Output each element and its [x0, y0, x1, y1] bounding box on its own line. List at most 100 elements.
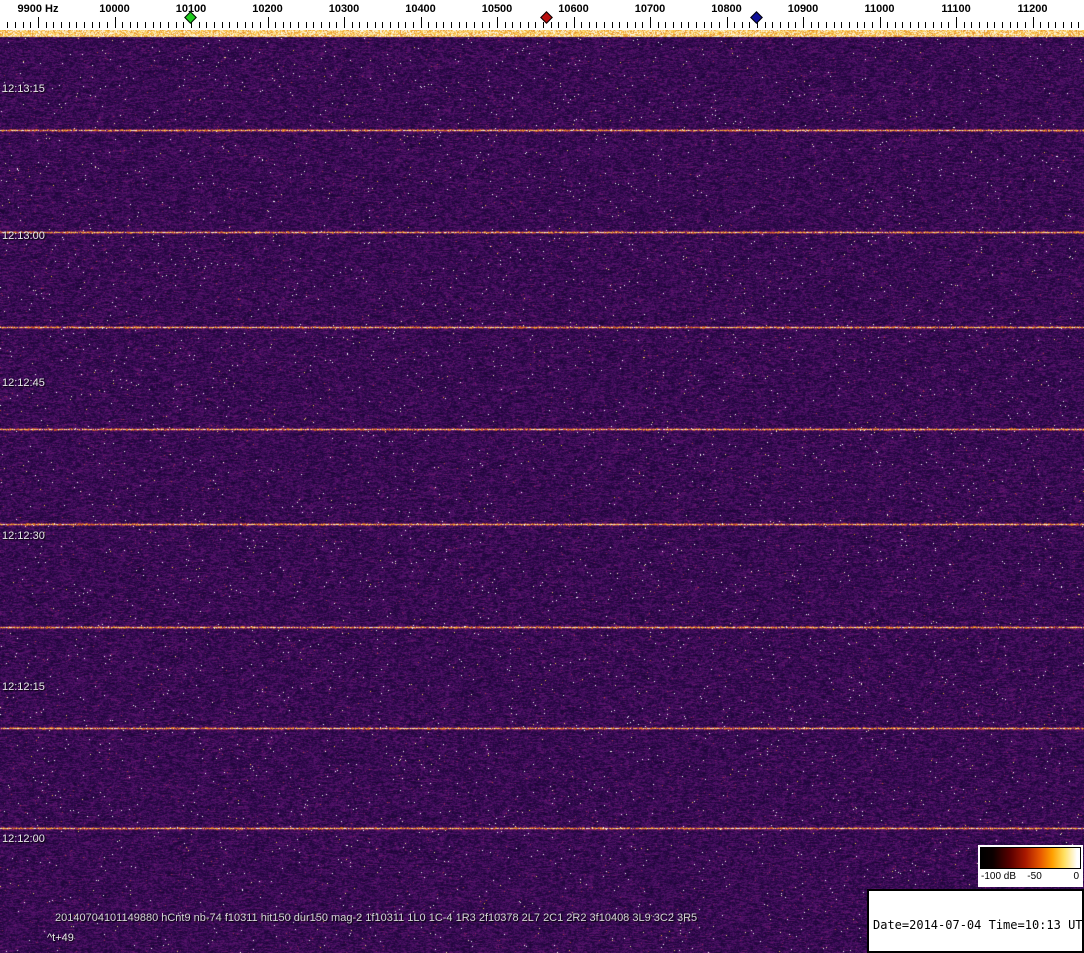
- freq-tick: [129, 22, 131, 28]
- observation-info-box: Date=2014-07-04 Time=10:13 UTC Freq=143 …: [867, 889, 1084, 953]
- freq-tick-label: 11200: [1017, 3, 1048, 15]
- freq-tick: [925, 22, 927, 28]
- freq-tick: [244, 22, 246, 28]
- freq-tick: [604, 22, 606, 28]
- freq-tick: [611, 22, 613, 28]
- freq-tick: [688, 22, 690, 28]
- freq-tick: [267, 17, 269, 28]
- time-label: 12:12:00: [2, 833, 45, 845]
- spectrogram-window: 9900 Hz 10000 10100 10200 10300 10400 10500 106…: [0, 0, 1084, 953]
- freq-tick: [1024, 22, 1026, 28]
- freq-tick-label: 10200: [252, 3, 283, 15]
- freq-tick-label: 10700: [634, 3, 666, 15]
- freq-tick: [542, 22, 544, 28]
- freq-tick: [665, 22, 667, 28]
- freq-tick: [565, 22, 567, 28]
- freq-tick: [512, 22, 514, 28]
- colorbar-labels: -100 dB -50 0: [980, 869, 1081, 883]
- freq-tick: [1078, 22, 1080, 28]
- freq-tick: [558, 22, 560, 28]
- colorbar-gradient: [980, 847, 1081, 869]
- freq-tick-label: 10600: [558, 3, 589, 15]
- marker-blue-diamond[interactable]: [750, 11, 763, 24]
- freq-tick: [749, 22, 751, 28]
- freq-tick: [198, 22, 200, 28]
- freq-tick: [642, 22, 644, 28]
- freq-tick: [527, 22, 529, 28]
- freq-tick: [497, 17, 498, 28]
- freq-tick: [60, 22, 62, 28]
- freq-tick-label: 10900: [787, 3, 819, 15]
- freq-tick: [435, 22, 437, 28]
- freq-tick: [978, 22, 980, 28]
- freq-tick: [856, 22, 858, 28]
- freq-tick: [848, 22, 850, 28]
- freq-tick: [933, 22, 935, 28]
- freq-tick: [902, 22, 904, 28]
- freq-tick: [137, 22, 139, 28]
- freq-tick: [313, 22, 315, 28]
- freq-tick: [221, 22, 223, 28]
- freq-tick: [168, 22, 170, 28]
- time-label: 12:13:00: [2, 230, 45, 242]
- freq-tick: [879, 17, 881, 28]
- freq-tick: [145, 22, 147, 28]
- freq-tick-label: 10000: [99, 3, 130, 15]
- freq-tick: [451, 22, 453, 28]
- freq-tick: [795, 22, 797, 28]
- freq-tick: [741, 22, 743, 28]
- freq-tick-label: 11000: [864, 3, 895, 15]
- freq-tick: [213, 22, 215, 28]
- freq-tick: [864, 22, 866, 28]
- freq-tick: [236, 22, 238, 28]
- colorbar-label-max: 0: [1073, 871, 1079, 882]
- freq-tick: [703, 22, 705, 28]
- freq-tick: [397, 22, 399, 28]
- freq-tick: [351, 22, 353, 28]
- freq-tick: [910, 22, 912, 28]
- freq-tick: [282, 22, 284, 28]
- freq-tick: [76, 22, 78, 28]
- freq-tick: [994, 22, 996, 28]
- freq-tick: [971, 22, 973, 28]
- freq-tick: [412, 22, 414, 28]
- freq-tick: [290, 22, 292, 28]
- freq-tick: [672, 22, 674, 28]
- freq-tick: [321, 22, 323, 28]
- freq-tick: [596, 22, 598, 28]
- spectrogram-canvas[interactable]: [0, 30, 1084, 953]
- freq-tick: [1040, 22, 1042, 28]
- freq-tick: [680, 22, 682, 28]
- freq-tick: [298, 22, 300, 28]
- freq-tick: [359, 22, 361, 28]
- freq-tick-label: 10500: [481, 3, 513, 15]
- time-label: 12:12:45: [2, 377, 45, 389]
- freq-tick: [948, 22, 950, 28]
- freq-tick: [152, 22, 154, 28]
- time-label: 12:13:15: [2, 83, 45, 95]
- freq-tick: [466, 22, 468, 28]
- freq-tick: [15, 22, 17, 28]
- status-readout: ^t+49: [47, 932, 74, 944]
- freq-tick: [389, 22, 391, 28]
- freq-tick: [175, 22, 177, 28]
- freq-tick: [764, 22, 766, 28]
- freq-tick: [986, 22, 988, 28]
- colorbar-label-min: -100 dB: [981, 871, 1017, 882]
- freq-tick-label: 11100: [941, 3, 971, 15]
- freq-tick: [627, 22, 629, 28]
- freq-tick: [956, 17, 957, 28]
- freq-tick: [940, 22, 942, 28]
- freq-tick: [458, 22, 460, 28]
- detection-annotation: 20140704101149880 hCnt9 nb-74 f10311 hit…: [55, 912, 698, 924]
- freq-tick: [259, 22, 261, 28]
- freq-tick: [328, 22, 330, 28]
- freq-tick: [504, 22, 506, 28]
- freq-tick: [91, 22, 93, 28]
- freq-tick-label: 10400: [405, 3, 436, 15]
- freq-tick: [588, 22, 590, 28]
- freq-tick: [99, 22, 101, 28]
- freq-tick: [581, 22, 583, 28]
- time-label: 12:12:15: [2, 681, 45, 693]
- frequency-ruler[interactable]: 9900 Hz 10000 10100 10200 10300 10400 10500 106…: [0, 0, 1084, 30]
